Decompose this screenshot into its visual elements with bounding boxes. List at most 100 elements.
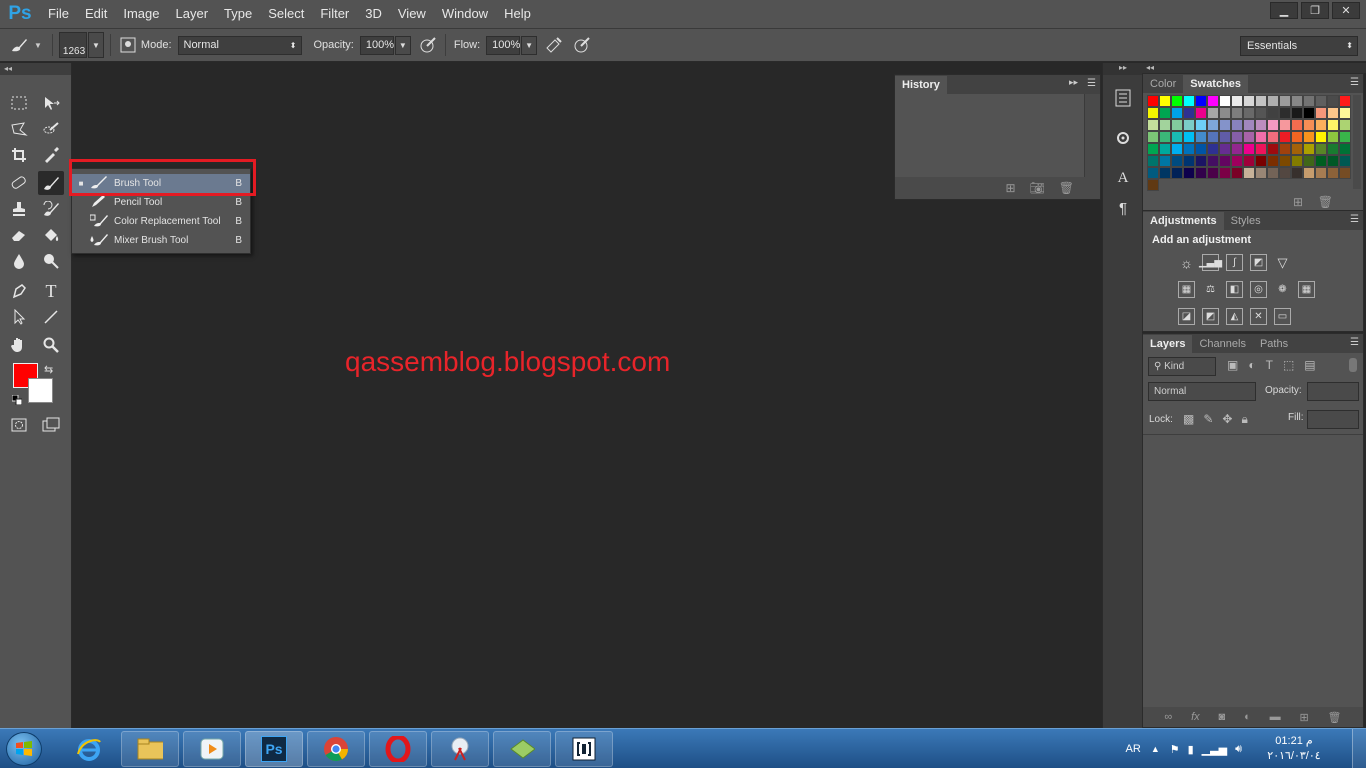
swatch[interactable] (1195, 119, 1207, 131)
volume-icon[interactable]: 🔊︎ (1235, 743, 1242, 756)
swatch[interactable] (1171, 143, 1183, 155)
pen-icon[interactable] (6, 279, 32, 303)
swatch[interactable] (1171, 131, 1183, 143)
layer-opacity-field[interactable] (1307, 382, 1359, 401)
swatch[interactable] (1231, 119, 1243, 131)
toolbar-collapse-button[interactable]: ◂◂ (0, 63, 71, 75)
tab-channels[interactable]: Channels (1192, 335, 1252, 353)
swatch[interactable] (1291, 167, 1303, 179)
vibrance-icon[interactable]: ▽ (1274, 254, 1291, 271)
swatch[interactable] (1231, 167, 1243, 179)
quick-mask-icon[interactable] (6, 413, 32, 437)
swatch[interactable] (1231, 131, 1243, 143)
swatch[interactable] (1159, 107, 1171, 119)
menu-type[interactable]: Type (216, 0, 260, 28)
swatch[interactable] (1207, 143, 1219, 155)
paragraph-dock-icon[interactable]: ¶ (1112, 197, 1134, 219)
paint-bucket-icon[interactable] (38, 223, 64, 247)
menu-edit[interactable]: Edit (77, 0, 115, 28)
swatch[interactable] (1219, 119, 1231, 131)
menu-3d[interactable]: 3D (357, 0, 390, 28)
swatch[interactable] (1195, 95, 1207, 107)
opera-taskbar-button[interactable] (369, 731, 427, 767)
swap-colors-icon[interactable]: ⇆ (44, 363, 53, 376)
eraser-icon[interactable] (6, 223, 32, 247)
swatch[interactable] (1339, 155, 1351, 167)
swatches-scrollbar[interactable] (1353, 95, 1361, 189)
swatch[interactable] (1195, 131, 1207, 143)
swatch[interactable] (1303, 155, 1315, 167)
screen-mode-icon[interactable] (38, 413, 64, 437)
history-list[interactable] (895, 94, 1085, 178)
swatch[interactable] (1291, 131, 1303, 143)
swatch[interactable] (1219, 143, 1231, 155)
chrome-taskbar-button[interactable] (307, 731, 365, 767)
swatch[interactable] (1303, 95, 1315, 107)
close-button[interactable]: ✕ (1332, 2, 1360, 19)
swatch[interactable] (1243, 167, 1255, 179)
swatch[interactable] (1171, 167, 1183, 179)
swatch[interactable] (1279, 119, 1291, 131)
swatch[interactable] (1243, 107, 1255, 119)
swatch[interactable] (1207, 95, 1219, 107)
swatch[interactable] (1327, 143, 1339, 155)
eyedropper-icon[interactable] (38, 143, 64, 167)
signal-icon[interactable]: ▁▃▅ (1202, 743, 1227, 756)
tab-styles[interactable]: Styles (1224, 212, 1268, 230)
swatch[interactable] (1291, 107, 1303, 119)
smart-object-filter-icon[interactable]: ▤ (1304, 358, 1315, 372)
pressure-size-icon[interactable] (571, 34, 593, 56)
battery-icon[interactable]: ▮ (1188, 743, 1194, 756)
swatch[interactable] (1147, 131, 1159, 143)
dock-collapse-button[interactable]: ▸▸ (1103, 63, 1143, 75)
swatch[interactable] (1195, 107, 1207, 119)
tab-history[interactable]: History (895, 76, 947, 94)
swatch[interactable] (1303, 131, 1315, 143)
tab-swatches[interactable]: Swatches (1183, 75, 1249, 93)
swatch[interactable] (1327, 131, 1339, 143)
window-switcher-taskbar-button[interactable] (555, 731, 613, 767)
swatch[interactable] (1159, 155, 1171, 167)
swatch[interactable] (1147, 95, 1159, 107)
layer-filter-kind-select[interactable]: ⚲ Kind (1148, 357, 1216, 376)
swatch[interactable] (1207, 131, 1219, 143)
menu-file[interactable]: File (40, 0, 77, 28)
threshold-icon[interactable]: ◭ (1226, 308, 1243, 325)
swatch[interactable] (1183, 119, 1195, 131)
swatch[interactable] (1267, 107, 1279, 119)
swatch[interactable] (1339, 131, 1351, 143)
swatch[interactable] (1267, 95, 1279, 107)
app-taskbar-button[interactable] (493, 731, 551, 767)
photo-filter-icon[interactable]: ◎ (1250, 281, 1267, 298)
menu-help[interactable]: Help (496, 0, 539, 28)
language-indicator[interactable]: AR (1126, 743, 1141, 755)
pressure-opacity-icon[interactable] (417, 34, 439, 56)
type-tool-icon[interactable]: T (38, 279, 64, 303)
swatch[interactable] (1147, 107, 1159, 119)
tab-color[interactable]: Color (1143, 75, 1183, 93)
background-color-swatch[interactable] (28, 378, 53, 403)
opacity-dropdown[interactable]: ▼ (394, 35, 411, 55)
hand-icon[interactable] (6, 333, 32, 357)
brush-panel-toggle-icon[interactable] (117, 34, 139, 56)
swatch[interactable] (1291, 95, 1303, 107)
blur-icon[interactable] (6, 249, 32, 273)
swatch[interactable] (1303, 107, 1315, 119)
swatch[interactable] (1195, 155, 1207, 167)
show-hidden-icons-icon[interactable]: ▲ (1151, 744, 1160, 754)
swatch[interactable] (1183, 95, 1195, 107)
swatch[interactable] (1255, 119, 1267, 131)
menu-view[interactable]: View (390, 0, 434, 28)
swatch[interactable] (1255, 143, 1267, 155)
swatch[interactable] (1219, 131, 1231, 143)
channel-mixer-icon[interactable]: ❁ (1274, 281, 1291, 298)
swatch[interactable] (1315, 143, 1327, 155)
photoshop-taskbar-button[interactable]: Ps (245, 731, 303, 767)
swatch[interactable] (1231, 143, 1243, 155)
swatch[interactable] (1339, 167, 1351, 179)
swatch[interactable] (1183, 155, 1195, 167)
history-brush-icon[interactable] (38, 197, 64, 221)
opacity-field[interactable]: 100% (359, 35, 394, 55)
swatch[interactable] (1219, 167, 1231, 179)
quick-selection-icon[interactable] (38, 117, 64, 141)
